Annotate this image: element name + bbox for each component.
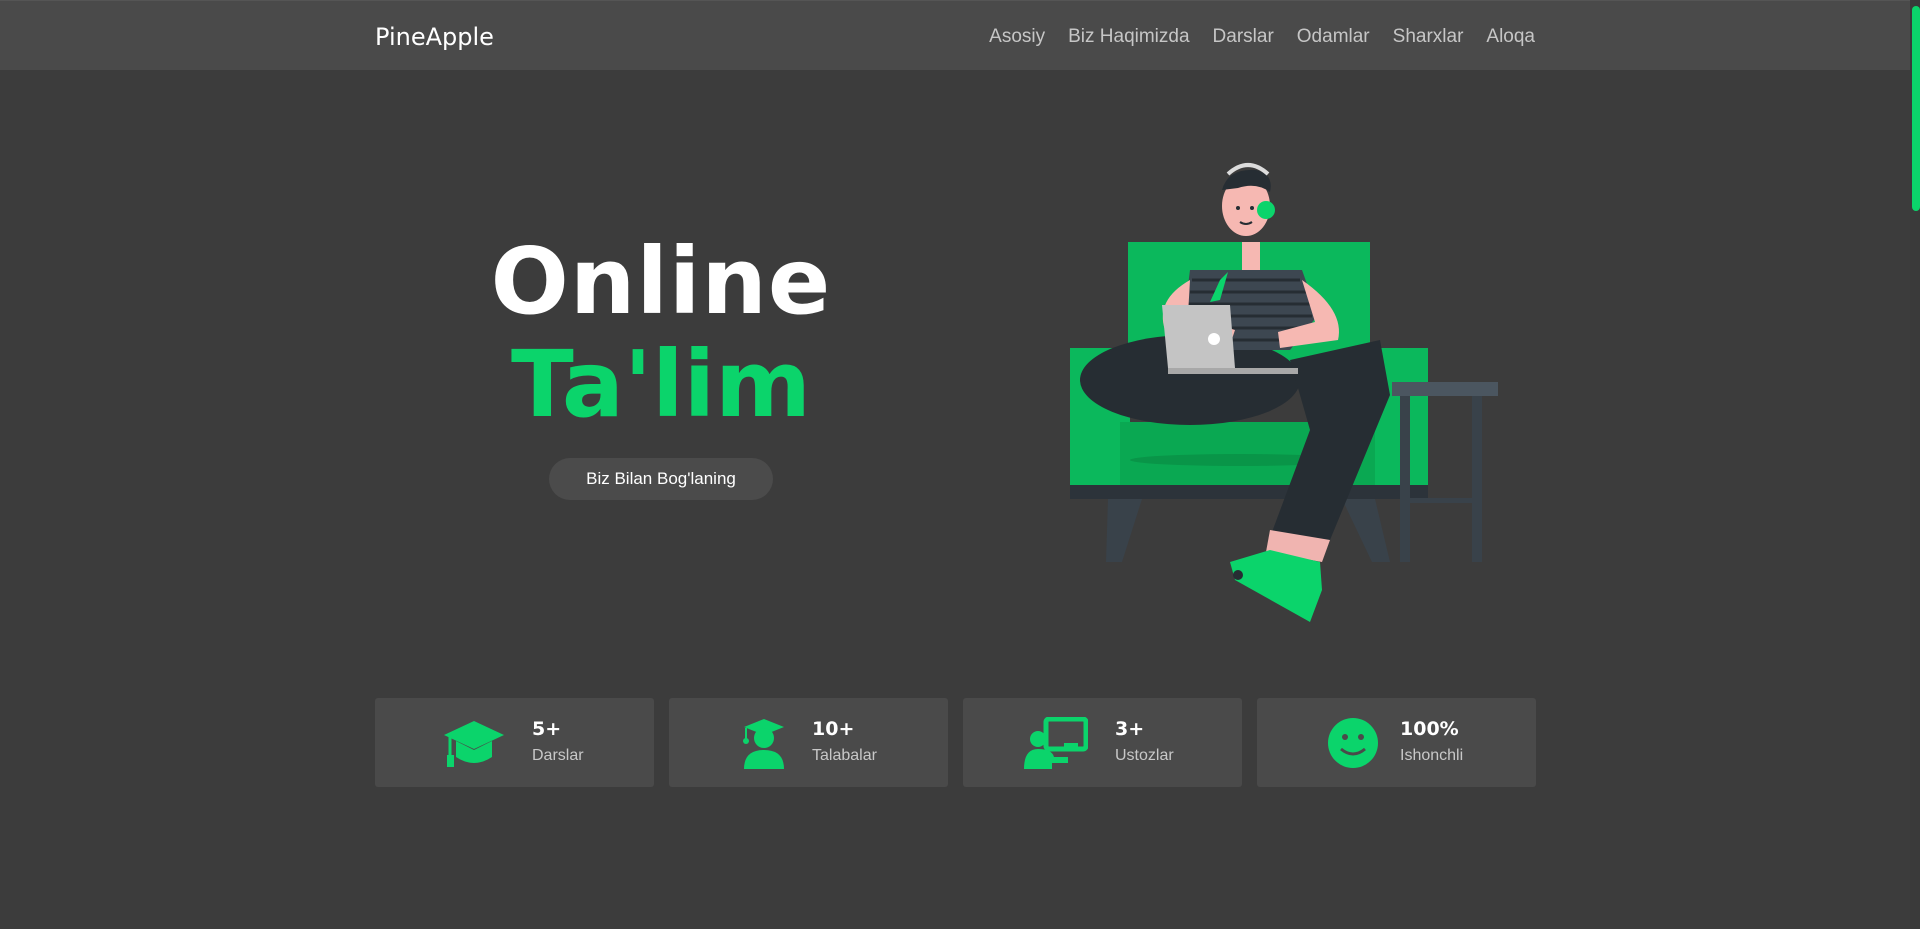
stat-card-trust: 100% Ishonchli (1257, 698, 1536, 787)
stat-card-students: 10+ Talabalar (669, 698, 948, 787)
hero-subtitle: Ta'lim (510, 331, 812, 438)
nav-link-odamlar[interactable]: Odamlar (1297, 24, 1370, 50)
nav-link-biz-haqimizda[interactable]: Biz Haqimizda (1068, 24, 1189, 50)
stat-card-lessons: 5+ Darslar (375, 698, 654, 787)
nav-menu: Asosiy Biz Haqimizda Darslar Odamlar Sha… (989, 24, 1535, 50)
nav-link-darslar[interactable]: Darslar (1213, 24, 1274, 50)
scrollbar-thumb[interactable] (1912, 6, 1920, 211)
brand-logo[interactable]: PineApple (375, 22, 494, 52)
stat-label: Darslar (532, 747, 584, 764)
stat-value: 5+ (532, 718, 562, 740)
contact-us-button[interactable]: Biz Bilan Bog'laning (549, 458, 773, 500)
hero-illustration (1060, 160, 1510, 634)
scrollbar[interactable] (1910, 0, 1920, 929)
stat-value: 100% (1400, 718, 1459, 740)
stat-label: Talabalar (812, 747, 877, 764)
stat-value: 3+ (1115, 718, 1145, 740)
stat-card-teachers: 3+ Ustozlar (963, 698, 1242, 787)
stat-value: 10+ (812, 718, 855, 740)
nav-link-aloqa[interactable]: Aloqa (1486, 24, 1535, 50)
navbar: PineApple Asosiy Biz Haqimizda Darslar O… (0, 0, 1920, 70)
student-icon (743, 719, 784, 769)
teacher-icon (1024, 717, 1088, 769)
hero-title: Online (490, 228, 832, 335)
nav-link-asosiy[interactable]: Asosiy (989, 24, 1045, 50)
smile-icon (1328, 718, 1378, 768)
graduation-cap-icon (444, 721, 504, 767)
nav-link-sharxlar[interactable]: Sharxlar (1393, 24, 1464, 50)
stat-label: Ustozlar (1115, 747, 1174, 764)
stat-label: Ishonchli (1400, 747, 1464, 764)
